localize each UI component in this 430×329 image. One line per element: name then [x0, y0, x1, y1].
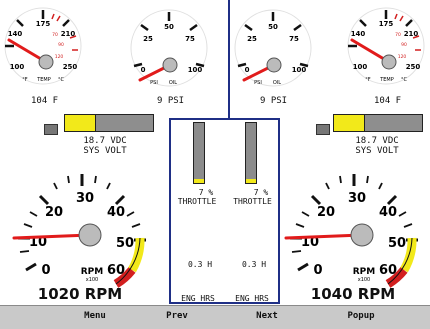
volt-right-label: SYS VOLT: [355, 146, 399, 156]
oil-gauge-left: 50 25 75 0 100 PSI OIL: [130, 9, 208, 87]
volt-bar-right: [333, 114, 423, 132]
hours-left-value: 0.3 H: [187, 260, 213, 269]
temp-right-tick-175: 175: [379, 20, 394, 28]
throttle-right-label: THROTTLE: [233, 197, 272, 206]
battery-icon-right: [316, 124, 330, 135]
hours-right-label: ENG HRS: [235, 294, 269, 303]
oil-left-label: OIL: [169, 80, 177, 86]
temp-left-value: 104 F: [31, 96, 59, 106]
temp-left-tick-100: 100: [10, 63, 25, 71]
temp-right-tick-140: 140: [351, 30, 366, 38]
oil-right-tick-0: 0: [245, 66, 250, 74]
temp-left-tick-inner-90: 90: [58, 42, 64, 48]
temp-left-unit-c: °C: [58, 77, 65, 83]
rpm-right-tick-40: 40: [379, 205, 397, 220]
throttle-bar-right: [245, 122, 257, 184]
rpm-left-value: 1020 RPM: [37, 285, 123, 303]
throttle-right-value: 7 %: [253, 188, 269, 197]
top-divider: [228, 0, 230, 118]
rpm-left-label: RPM: [81, 267, 104, 277]
battery-icon-left: [44, 124, 58, 135]
rpm-right-tick-60: 60: [379, 263, 397, 278]
temp-right-tick-210: 210: [404, 30, 419, 38]
engine-display: 175 210 140 250 100 70 90 120 °F TEMP °C…: [0, 0, 430, 305]
volt-right-value: 18.7 VDC: [355, 136, 399, 146]
oil-left-tick-50: 50: [164, 23, 174, 31]
temp-left-tick-140: 140: [8, 30, 23, 38]
oil-left-value: 9 PSI: [157, 96, 185, 106]
temp-left-tick-250: 250: [63, 63, 78, 71]
temp-right-label: TEMP: [379, 77, 394, 83]
rpm-left-tick-60: 60: [107, 263, 125, 278]
popup-button[interactable]: Popup: [326, 311, 396, 321]
rpm-right-label: RPM: [353, 267, 376, 277]
hours-left-label: ENG HRS: [181, 294, 215, 303]
rpm-right-value: 1040 RPM: [310, 285, 396, 303]
oil-right-unit: PSI: [254, 80, 262, 86]
hours-right-value: 0.3 H: [241, 260, 267, 269]
oil-right-tick-25: 25: [247, 35, 257, 43]
temp-right-tick-100: 100: [353, 63, 368, 71]
temp-right-tick-250: 250: [406, 63, 421, 71]
temp-left-tick-210: 210: [61, 30, 76, 38]
oil-right-label: OIL: [273, 80, 281, 86]
temp-left-tick-inner-120: 120: [55, 54, 64, 60]
temp-gauge-right: 175 210 140 250 100 70 90 120 °F TEMP °C: [347, 7, 425, 85]
menu-button[interactable]: Menu: [60, 311, 130, 321]
rpm-right-tick-50: 50: [388, 236, 406, 251]
temp-right-tick-inner-70: 70: [395, 32, 401, 38]
oil-left-tick-0: 0: [141, 66, 146, 74]
volt-left-label: SYS VOLT: [83, 146, 127, 156]
temp-left-tick-175: 175: [36, 20, 51, 28]
oil-left-unit: PSI: [150, 80, 158, 86]
rpm-right-tick-20: 20: [317, 205, 335, 220]
temp-left-unit-f: °F: [22, 77, 28, 83]
temp-gauge-left: 175 210 140 250 100 70 90 120 °F TEMP °C: [4, 7, 82, 85]
temp-right-unit-c: °C: [401, 77, 408, 83]
rpm-gauge-right: 30 20 40 10 50 0 60 RPM x100: [284, 174, 418, 288]
temp-right-unit-f: °F: [365, 77, 371, 83]
rpm-left-tick-40: 40: [107, 205, 125, 220]
oil-right-tick-100: 100: [292, 66, 307, 74]
oil-left-tick-25: 25: [143, 35, 153, 43]
next-button[interactable]: Next: [232, 311, 302, 321]
rpm-left-tick-0: 0: [41, 263, 50, 278]
rpm-left-tick-50: 50: [116, 236, 134, 251]
center-panel: [169, 118, 280, 304]
temp-left-label: TEMP: [36, 77, 51, 83]
rpm-gauge-left: 30 20 40 10 50 0 60 RPM x100: [12, 174, 146, 288]
oil-right-tick-50: 50: [268, 23, 278, 31]
rpm-right-tick-0: 0: [313, 263, 322, 278]
volt-left-value: 18.7 VDC: [83, 136, 127, 146]
oil-right-tick-75: 75: [289, 35, 299, 43]
rpm-right-tick-30: 30: [348, 191, 366, 206]
prev-button[interactable]: Prev: [142, 311, 212, 321]
rpm-left-tick-30: 30: [76, 191, 94, 206]
rpm-left-tick-20: 20: [45, 205, 63, 220]
throttle-left-label: THROTTLE: [177, 197, 217, 206]
rpm-right-sub: x100: [358, 277, 371, 283]
oil-gauge-right: 50 25 75 0 100 PSI OIL: [234, 9, 312, 87]
temp-right-tick-inner-120: 120: [398, 54, 407, 60]
oil-left-tick-100: 100: [188, 66, 203, 74]
throttle-bar-left: [193, 122, 205, 184]
temp-left-tick-inner-70: 70: [52, 32, 58, 38]
oil-left-tick-75: 75: [185, 35, 195, 43]
throttle-left-value: 7 %: [198, 188, 214, 197]
oil-right-value: 9 PSI: [260, 96, 288, 106]
softkey-bar: Menu Prev Next Popup: [0, 305, 430, 329]
temp-right-value: 104 F: [374, 96, 402, 106]
temp-right-tick-inner-90: 90: [401, 42, 407, 48]
rpm-left-sub: x100: [86, 277, 99, 283]
volt-bar-left: [64, 114, 154, 132]
